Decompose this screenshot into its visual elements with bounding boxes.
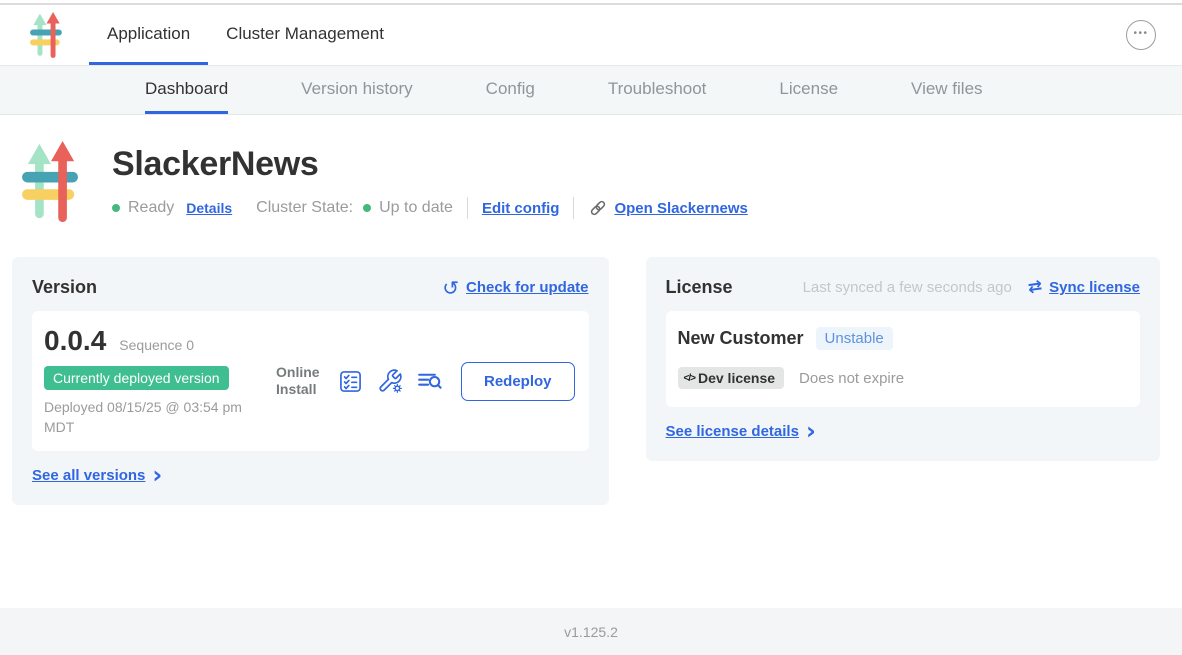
license-card-title: License xyxy=(666,277,733,298)
version-card-header: Version ↺ Check for update xyxy=(32,277,589,298)
deployed-status-badge: Currently deployed version xyxy=(44,366,229,390)
version-details: 0.0.4 Sequence 0 Currently deployed vers… xyxy=(44,325,276,437)
status-details-link[interactable]: Details xyxy=(186,200,232,216)
open-app-link-label: Open Slackernews xyxy=(614,200,747,217)
version-card-title: Version xyxy=(32,277,97,298)
see-all-versions-link[interactable]: See all versions xyxy=(32,467,145,484)
subnav-license[interactable]: License xyxy=(779,66,838,114)
license-type-badge: </> Dev license xyxy=(678,367,785,389)
config-tools-icon[interactable] xyxy=(377,368,403,394)
subnav-config[interactable]: Config xyxy=(486,66,535,114)
see-license-details-link[interactable]: See license details xyxy=(666,423,799,440)
chevron-right-icon: › xyxy=(806,422,816,441)
app-info: SlackerNews Ready Details Cluster State:… xyxy=(112,141,748,222)
cluster-state-label: Cluster State: xyxy=(256,199,353,217)
subnav-version-history[interactable]: Version history xyxy=(301,66,413,114)
expiration-label: Does not expire xyxy=(799,370,904,387)
license-card: License Last synced a few seconds ago ⇄ … xyxy=(646,257,1160,461)
license-type-label: Dev license xyxy=(698,370,775,386)
deployed-timestamp: Deployed 08/15/25 @ 03:54 pm MDT xyxy=(44,398,249,437)
cluster-state-dot xyxy=(363,204,371,212)
open-app-link[interactable]: Open Slackernews xyxy=(588,198,747,218)
cluster-state-value: Up to date xyxy=(379,199,453,217)
version-number: 0.0.4 xyxy=(44,325,106,357)
top-nav: Application Cluster Management ••• xyxy=(0,5,1182,66)
preflight-checks-icon[interactable] xyxy=(338,369,363,394)
install-type-label: Online Install xyxy=(276,364,324,399)
app-status-row: Ready Details Cluster State: Up to date … xyxy=(112,197,748,219)
deploy-logs-icon[interactable] xyxy=(417,368,443,394)
version-card: Version ↺ Check for update 0.0.4 Sequenc… xyxy=(12,257,609,505)
version-actions: Online Install xyxy=(276,362,577,401)
license-details-panel: New Customer Unstable </> Dev license Do… xyxy=(666,311,1140,407)
app-logo-small xyxy=(30,5,63,65)
check-for-update-label: Check for update xyxy=(466,279,589,296)
customer-name: New Customer xyxy=(678,328,804,349)
see-all-versions-row: See all versions › xyxy=(32,466,589,485)
see-license-details-row: See license details › xyxy=(666,422,1140,441)
footer: v1.125.2 xyxy=(0,608,1182,655)
page-title: SlackerNews xyxy=(112,145,748,184)
chevron-right-icon: › xyxy=(152,466,162,485)
dashboard-cards: Version ↺ Check for update 0.0.4 Sequenc… xyxy=(12,257,1160,505)
link-chain-icon xyxy=(588,198,608,218)
code-icon: </> xyxy=(684,373,695,384)
divider xyxy=(573,197,574,219)
sync-license-label: Sync license xyxy=(1049,279,1140,296)
check-for-update-link[interactable]: ↺ Check for update xyxy=(442,278,588,298)
divider xyxy=(467,197,468,219)
current-version-panel: 0.0.4 Sequence 0 Currently deployed vers… xyxy=(32,311,589,451)
sequence-label: Sequence 0 xyxy=(119,337,194,353)
refresh-icon: ↺ xyxy=(442,278,459,298)
sync-arrows-icon: ⇄ xyxy=(1027,278,1043,297)
last-synced-label: Last synced a few seconds ago xyxy=(803,279,1012,296)
tab-application[interactable]: Application xyxy=(89,5,208,65)
redeploy-button[interactable]: Redeploy xyxy=(461,362,575,401)
channel-badge: Unstable xyxy=(816,327,893,350)
top-nav-tabs: Application Cluster Management xyxy=(89,5,402,65)
app-subnav: Dashboard Version history Config Trouble… xyxy=(0,66,1182,115)
slackernews-logo-icon xyxy=(30,12,63,58)
app-status-label: Ready xyxy=(128,199,174,217)
app-header: SlackerNews Ready Details Cluster State:… xyxy=(0,115,1182,222)
app-status-dot xyxy=(112,204,120,212)
license-card-header: License Last synced a few seconds ago ⇄ … xyxy=(666,277,1140,298)
tab-cluster-management[interactable]: Cluster Management xyxy=(208,5,402,65)
slackernews-logo-large xyxy=(22,141,80,222)
subnav-view-files[interactable]: View files xyxy=(911,66,983,114)
console-version-label: v1.125.2 xyxy=(564,624,618,640)
subnav-troubleshoot[interactable]: Troubleshoot xyxy=(608,66,707,114)
ellipsis-icon: ••• xyxy=(1133,29,1148,41)
sync-license-link[interactable]: ⇄ Sync license xyxy=(1028,279,1140,296)
edit-config-link[interactable]: Edit config xyxy=(482,200,560,217)
overflow-menu-button[interactable]: ••• xyxy=(1126,20,1156,50)
subnav-dashboard[interactable]: Dashboard xyxy=(145,66,228,114)
